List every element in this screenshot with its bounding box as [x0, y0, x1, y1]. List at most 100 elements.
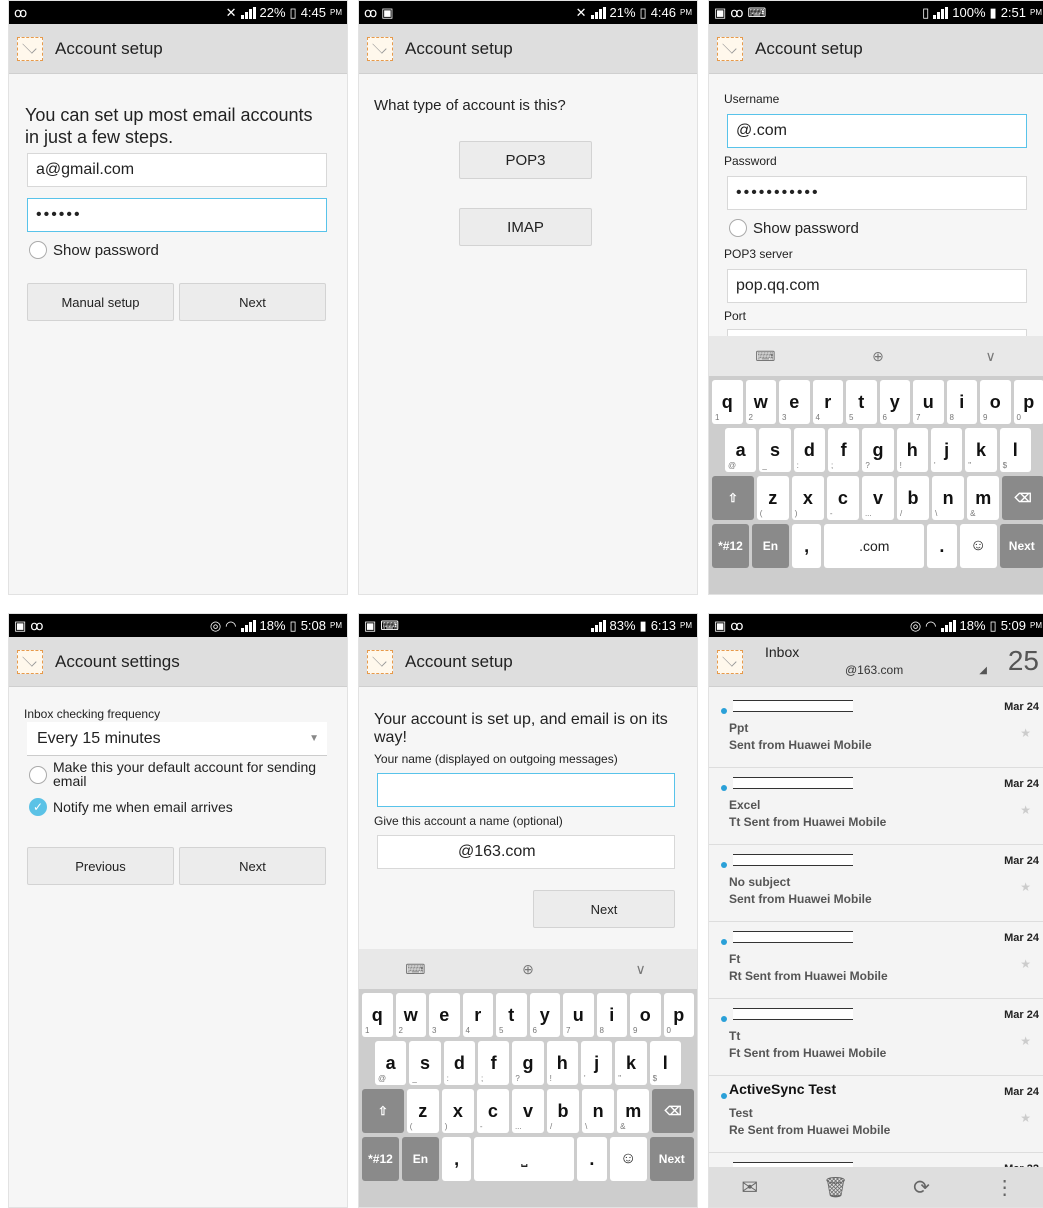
space-key[interactable]: ⎵	[474, 1137, 574, 1181]
refresh-icon[interactable]: ⟳	[913, 1175, 930, 1200]
comma-key[interactable]: ,	[804, 537, 809, 555]
imap-button[interactable]: IMAP	[459, 208, 592, 246]
password-field[interactable]: •••••••••••	[727, 176, 1027, 210]
key-y[interactable]: y6	[880, 380, 911, 424]
key-f[interactable]: f;	[828, 428, 859, 472]
backspace-key[interactable]: ⌫	[1002, 476, 1043, 520]
key-s[interactable]: s_	[409, 1041, 440, 1085]
message-row[interactable]: Mar 24★FtRt Sent from Huawei Mobile	[709, 925, 1043, 999]
key-f[interactable]: f;	[478, 1041, 509, 1085]
key-u[interactable]: u7	[563, 993, 594, 1037]
symbols-key[interactable]: *#12	[362, 1137, 399, 1181]
key-w[interactable]: w2	[746, 380, 777, 424]
key-y[interactable]: y6	[530, 993, 561, 1037]
key-r[interactable]: r4	[463, 993, 494, 1037]
globe-icon[interactable]: ⊕	[822, 348, 935, 365]
shift-key[interactable]: ⇧	[362, 1089, 404, 1133]
key-x[interactable]: x)	[792, 476, 824, 520]
symbols-key[interactable]: *#12	[712, 524, 749, 568]
server-field[interactable]: pop.qq.com	[727, 269, 1027, 303]
message-row[interactable]: Mar 24★No subjectSent from Huawei Mobile	[709, 848, 1043, 922]
key-o[interactable]: o9	[630, 993, 661, 1037]
key-n[interactable]: n\	[582, 1089, 614, 1133]
emoji-key[interactable]: ☺	[960, 524, 997, 568]
key-m[interactable]: m&	[967, 476, 999, 520]
key-x[interactable]: x)	[442, 1089, 474, 1133]
key-t[interactable]: t5	[846, 380, 877, 424]
key-w[interactable]: w2	[396, 993, 427, 1037]
key-q[interactable]: q1	[362, 993, 393, 1037]
key-p[interactable]: p0	[1014, 380, 1043, 424]
key-j[interactable]: j'	[931, 428, 962, 472]
next-button[interactable]: Next	[533, 890, 675, 928]
key-v[interactable]: v...	[862, 476, 894, 520]
chevron-down-icon[interactable]: ∨	[934, 348, 1043, 365]
key-q[interactable]: q1	[712, 380, 743, 424]
key-a[interactable]: a@	[375, 1041, 406, 1085]
previous-button[interactable]: Previous	[27, 847, 174, 885]
key-u[interactable]: u7	[913, 380, 944, 424]
language-key[interactable]: En	[402, 1137, 439, 1181]
key-i[interactable]: i8	[597, 993, 628, 1037]
dotcom-key[interactable]: .com	[859, 538, 889, 554]
message-row[interactable]: Mar 24★ExcelTt Sent from Huawei Mobile	[709, 771, 1043, 845]
pop3-button[interactable]: POP3	[459, 141, 592, 179]
language-key[interactable]: En	[752, 524, 789, 568]
keyboard-switch-icon[interactable]: ⌨	[359, 961, 472, 978]
key-z[interactable]: z(	[407, 1089, 439, 1133]
star-icon[interactable]: ★	[1020, 1111, 1031, 1125]
manual-setup-button[interactable]: Manual setup	[27, 283, 174, 321]
key-t[interactable]: t5	[496, 993, 527, 1037]
key-g[interactable]: g?	[512, 1041, 543, 1085]
key-a[interactable]: a@	[725, 428, 756, 472]
star-icon[interactable]: ★	[1020, 726, 1031, 740]
key-z[interactable]: z(	[757, 476, 789, 520]
key-h[interactable]: h!	[547, 1041, 578, 1085]
key-r[interactable]: r4	[813, 380, 844, 424]
key-o[interactable]: o9	[980, 380, 1011, 424]
account-name-field[interactable]: @163.com	[377, 835, 675, 869]
message-row[interactable]: Mar 24★TtFt Sent from Huawei Mobile	[709, 1002, 1043, 1076]
key-d[interactable]: d:	[794, 428, 825, 472]
key-k[interactable]: k"	[615, 1041, 646, 1085]
key-p[interactable]: p0	[664, 993, 695, 1037]
key-h[interactable]: h!	[897, 428, 928, 472]
key-d[interactable]: d:	[444, 1041, 475, 1085]
compose-icon[interactable]: ✉	[741, 1175, 758, 1200]
emoji-key[interactable]: ☺	[610, 1137, 647, 1181]
message-list[interactable]: Mar 24★PptSent from Huawei MobileMar 24★…	[709, 694, 1043, 1167]
star-icon[interactable]: ★	[1020, 1034, 1031, 1048]
key-m[interactable]: m&	[617, 1089, 649, 1133]
password-field[interactable]: ••••••	[27, 198, 327, 232]
globe-icon[interactable]: ⊕	[472, 961, 585, 978]
key-j[interactable]: j'	[581, 1041, 612, 1085]
shift-key[interactable]: ⇧	[712, 476, 754, 520]
message-row[interactable]: ActiveSync TestMar 24★TestRe Sent from H…	[709, 1079, 1043, 1153]
keyboard-switch-icon[interactable]: ⌨	[709, 348, 822, 365]
star-icon[interactable]: ★	[1020, 880, 1031, 894]
star-icon[interactable]: ★	[1020, 803, 1031, 817]
default-account-checkbox[interactable]: Make this your default account for sendi…	[29, 760, 329, 788]
key-b[interactable]: b/	[897, 476, 929, 520]
comma-key[interactable]: ,	[454, 1150, 459, 1168]
next-key[interactable]: Next	[650, 1137, 694, 1181]
chevron-down-icon[interactable]: ∨	[584, 961, 697, 978]
message-row[interactable]: Mar 24★PptSent from Huawei Mobile	[709, 694, 1043, 768]
show-password-checkbox[interactable]: Show password	[729, 219, 859, 237]
overflow-menu-icon[interactable]: ⋮	[995, 1175, 1015, 1200]
key-s[interactable]: s_	[759, 428, 790, 472]
backspace-key[interactable]: ⌫	[652, 1089, 694, 1133]
notify-checkbox[interactable]: ✓Notify me when email arrives	[29, 798, 233, 816]
key-i[interactable]: i8	[947, 380, 978, 424]
trash-icon[interactable]: 🗑	[823, 1175, 848, 1200]
key-k[interactable]: k"	[965, 428, 996, 472]
period-key[interactable]: .	[589, 1150, 594, 1168]
email-field[interactable]: a@gmail.com	[27, 153, 327, 187]
your-name-field[interactable]	[377, 773, 675, 807]
show-password-checkbox[interactable]: Show password	[29, 241, 159, 259]
next-button[interactable]: Next	[179, 283, 326, 321]
key-n[interactable]: n\	[932, 476, 964, 520]
star-icon[interactable]: ★	[1020, 957, 1031, 971]
key-c[interactable]: c-	[827, 476, 859, 520]
message-row[interactable]: Mar 22★	[709, 1156, 1043, 1167]
